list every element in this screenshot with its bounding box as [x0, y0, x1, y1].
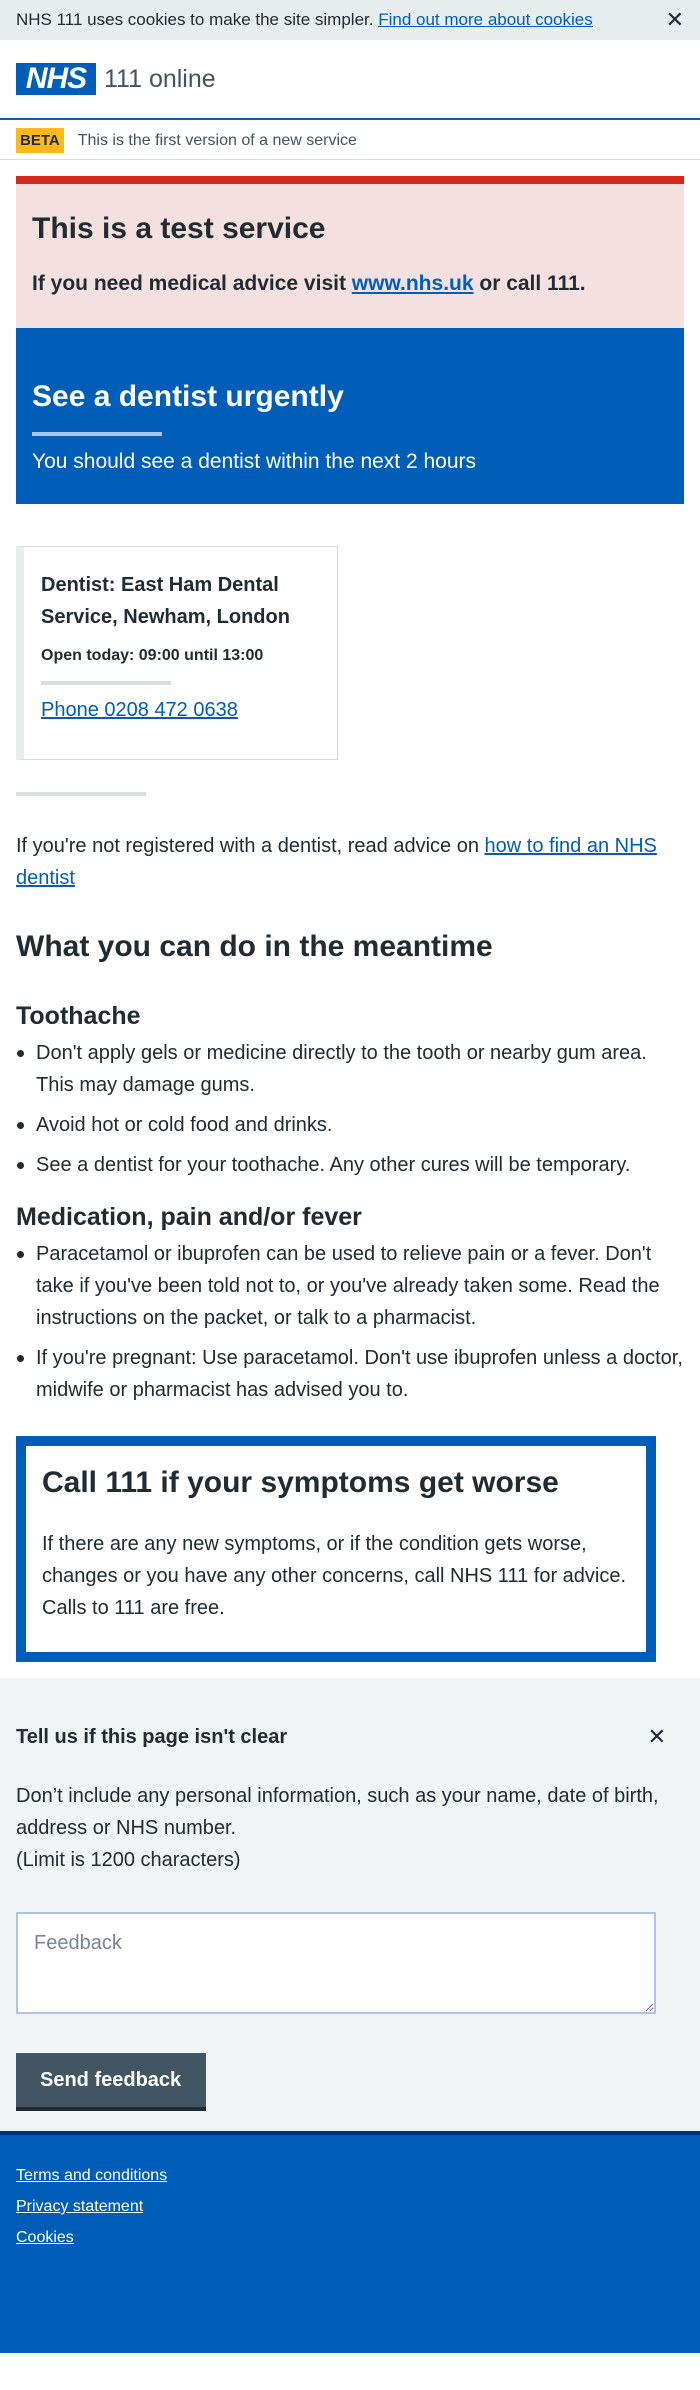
title-divider: [32, 432, 162, 436]
advice-text: If you're not registered with a dentist,…: [16, 835, 485, 857]
opening-hours: Open today: 09:00 until 13:00: [41, 647, 264, 664]
nhs-logo[interactable]: NHS: [16, 62, 96, 95]
phone-link[interactable]: Phone 0208 472 0638: [41, 699, 238, 721]
page-subtitle: You should see a dentist within the next…: [32, 450, 477, 473]
feedback-panel: Tell us if this page isn't clear ✕ Don’t…: [0, 1678, 700, 2131]
section-heading: Toothache: [16, 1002, 141, 1030]
list-item: Don't apply gels or medicine directly to…: [16, 1037, 684, 1101]
terms-link[interactable]: Terms and conditions: [16, 2167, 684, 2185]
card-divider: [41, 681, 171, 685]
cookie-text: NHS 111 uses cookies to make the site si…: [16, 10, 374, 29]
close-icon[interactable]: ✕: [666, 9, 684, 31]
bullet-list: Paracetamol or ibuprofen can be used to …: [16, 1238, 684, 1406]
character-limit: (Limit is 1200 characters): [16, 1849, 241, 1871]
beta-text: This is the first version of a new servi…: [77, 131, 357, 149]
test-service-text-before: If you need medical advice visit: [32, 272, 352, 295]
cookie-message: NHS 111 uses cookies to make the site si…: [16, 10, 593, 30]
disposition-banner: See a dentist urgently You should see a …: [16, 328, 684, 504]
list-item: Paracetamol or ibuprofen can be used to …: [16, 1238, 684, 1334]
toothache-section: Toothache Don't apply gels or medicine d…: [16, 1002, 684, 1181]
feedback-title: Tell us if this page isn't clear: [16, 1725, 288, 1748]
care-card-text: If there are any new symptoms, or if the…: [42, 1533, 627, 1619]
feedback-privacy-text: Don’t include any personal information, …: [16, 1785, 659, 1839]
cookies-link[interactable]: Cookies: [16, 2229, 684, 2247]
registration-advice: If you're not registered with a dentist,…: [16, 830, 684, 894]
meantime-heading: What you can do in the meantime: [16, 930, 493, 963]
bullet-list: Don't apply gels or medicine directly to…: [16, 1037, 684, 1181]
dentist-name: Dentist: East Ham Dental Service, Newham…: [41, 574, 290, 628]
page-title: See a dentist urgently: [32, 380, 344, 413]
beta-tag: BETA: [16, 128, 64, 153]
nhs-website-link[interactable]: www.nhs.uk: [352, 272, 474, 295]
medication-section: Medication, pain and/or fever Paracetamo…: [16, 1203, 684, 1406]
list-item: If you're pregnant: Use paracetamol. Don…: [16, 1342, 684, 1406]
send-feedback-button[interactable]: Send feedback: [16, 2053, 206, 2107]
section-divider: [16, 792, 146, 796]
site-header: NHS 111 online: [0, 40, 700, 120]
list-item: Avoid hot or cold food and drinks.: [16, 1109, 684, 1141]
section-heading: Medication, pain and/or fever: [16, 1203, 362, 1231]
dentist-card: Dentist: East Ham Dental Service, Newham…: [16, 546, 338, 760]
feedback-input[interactable]: [16, 1912, 656, 2014]
test-service-title: This is a test service: [32, 212, 326, 245]
feedback-header: Tell us if this page isn't clear ✕: [16, 1724, 684, 1750]
care-card: Call 111 if your symptoms get worse If t…: [16, 1436, 656, 1662]
beta-banner: BETA This is the first version of a new …: [0, 122, 700, 160]
service-name: 111 online: [104, 64, 216, 93]
care-card-title: Call 111 if your symptoms get worse: [42, 1466, 559, 1499]
site-footer: Terms and conditions Privacy statement C…: [0, 2131, 700, 2353]
feedback-instructions: Don’t include any personal information, …: [16, 1780, 684, 1876]
test-service-text-after: or call 111.: [473, 272, 586, 295]
test-service-message: If you need medical advice visit www.nhs…: [32, 272, 668, 296]
test-service-panel: This is a test service If you need medic…: [16, 176, 684, 328]
privacy-link[interactable]: Privacy statement: [16, 2198, 684, 2216]
close-icon[interactable]: ✕: [648, 1724, 666, 1750]
cookie-banner: NHS 111 uses cookies to make the site si…: [0, 0, 700, 40]
list-item: See a dentist for your toothache. Any ot…: [16, 1149, 684, 1181]
cookie-info-link[interactable]: Find out more about cookies: [378, 10, 593, 29]
